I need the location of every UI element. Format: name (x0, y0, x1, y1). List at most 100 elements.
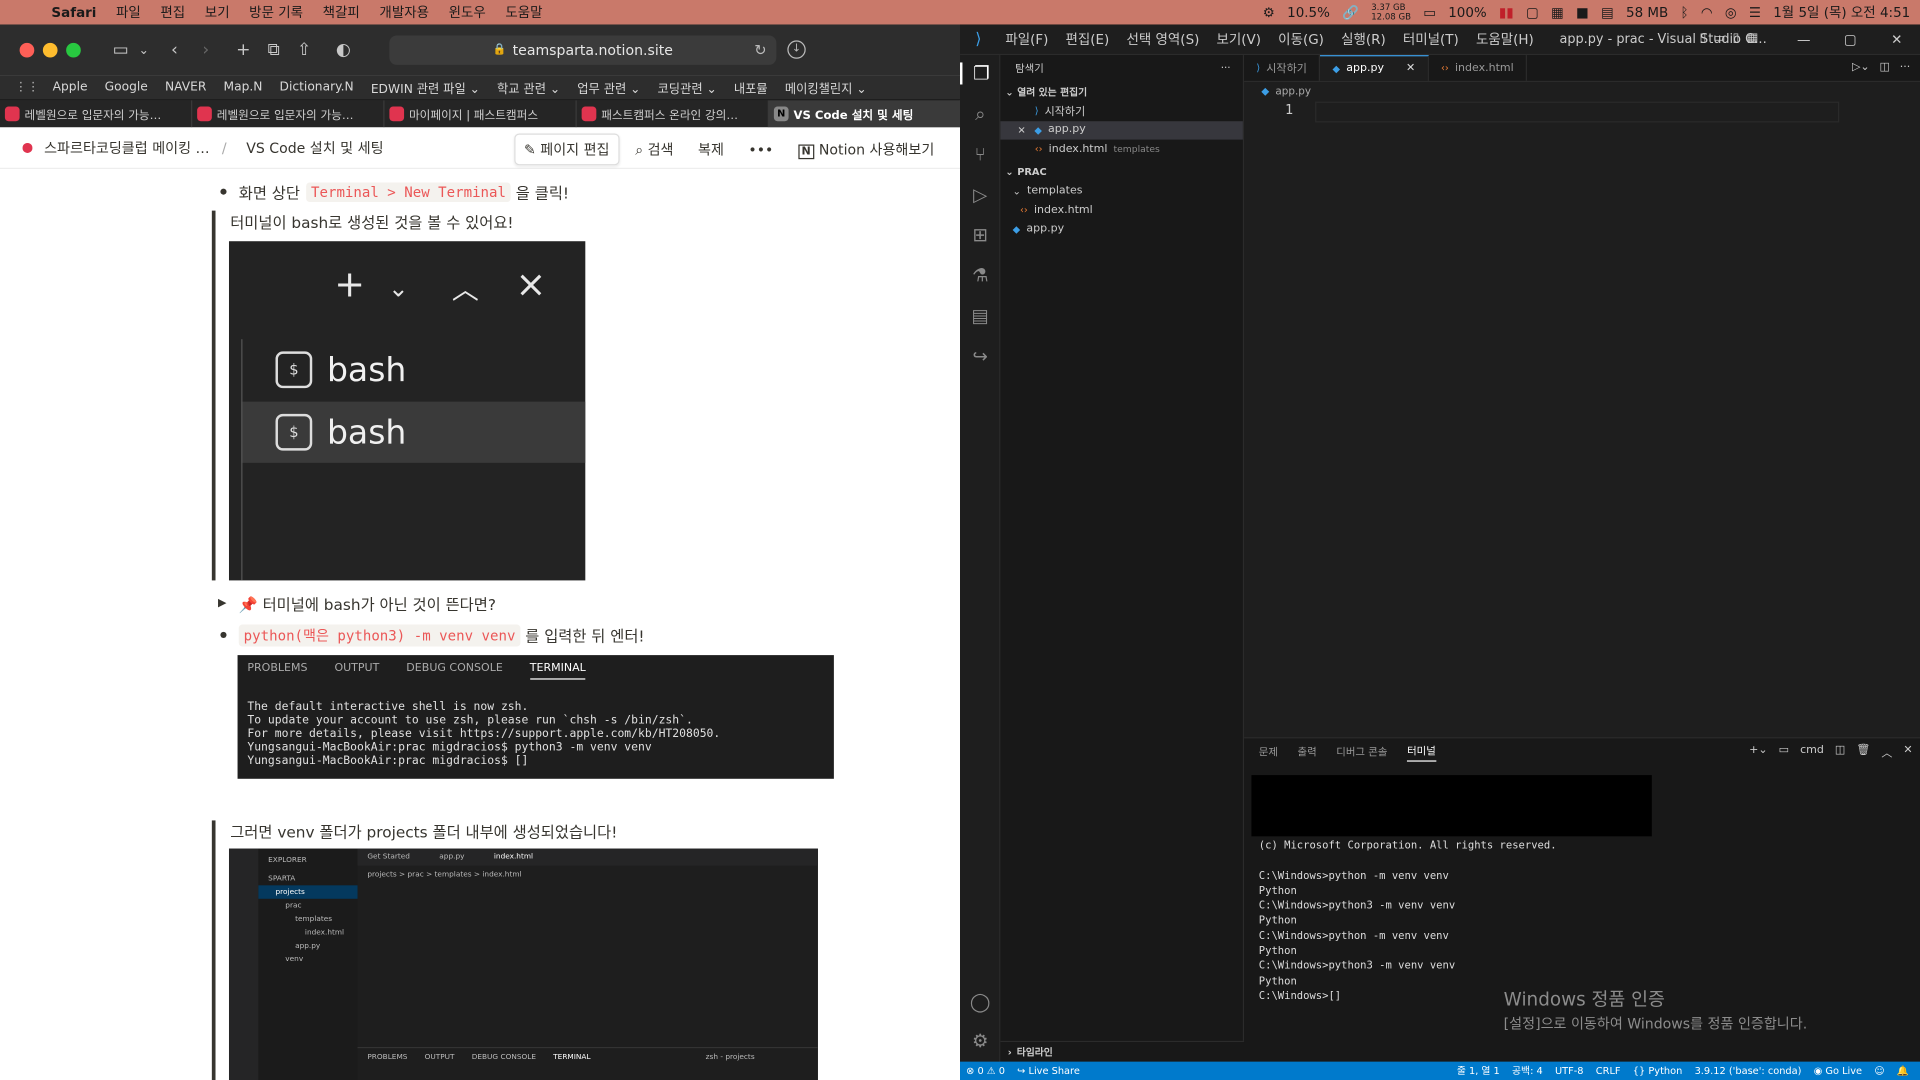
bookmark-dictionary[interactable]: Dictionary.N (271, 81, 362, 94)
shield-icon[interactable]: ◐ (336, 40, 351, 60)
share-icon[interactable]: ⇧ (297, 40, 311, 60)
line-ending[interactable]: CRLF (1590, 1065, 1627, 1076)
try-notion-button[interactable]: N Notion 사용해보기 (789, 135, 943, 164)
problems-status[interactable]: ⊗ 0 ⚠ 0 (960, 1065, 1011, 1076)
panel-tab-problems[interactable]: 문제 (1259, 744, 1278, 759)
search-icon[interactable]: ⌕ (960, 103, 1000, 125)
source-control-icon[interactable]: ⑂ (960, 143, 1000, 165)
prac-folder-section[interactable]: ⌄ PRAC (1000, 162, 1242, 182)
vs-menu-terminal[interactable]: 터미널(T) (1394, 29, 1467, 49)
menu-developer[interactable]: 개발자용 (370, 2, 439, 22)
panel-tab-debug-console[interactable]: 디버그 콘솔 (1336, 744, 1387, 759)
tab-overview-icon[interactable]: ⧉ (268, 40, 280, 60)
explorer-icon[interactable]: ❐ (960, 62, 1000, 85)
account-status-icon[interactable]: ☺ (1868, 1065, 1890, 1076)
clock[interactable]: 1월 5일 (목) 오전 4:51 (1773, 2, 1910, 22)
vs-menu-selection[interactable]: 선택 영역(S) (1118, 29, 1208, 49)
panel-tab-output[interactable]: 출력 (1298, 744, 1317, 759)
grid-icon[interactable]: ⋮⋮ (15, 81, 39, 94)
toggle-item[interactable]: ▶ 📌 터미널에 bash가 아닌 것이 뜬다면? (218, 591, 496, 614)
tree-file[interactable]: ◆ app.py (1000, 220, 1242, 239)
forward-icon[interactable]: › (202, 40, 209, 60)
open-editor-item[interactable]: ‹› index.html templates (1000, 140, 1242, 159)
record-icon[interactable]: ▮▮ (1499, 4, 1514, 20)
wifi-icon[interactable]: ◠ (1701, 4, 1713, 20)
tree-folder[interactable]: ⌄ templates (1000, 182, 1242, 201)
bookmark-google[interactable]: Google (96, 81, 156, 94)
menu-app-name[interactable]: Safari (42, 4, 107, 20)
split-editor-icon[interactable]: ◫ (1879, 61, 1889, 73)
run-icon[interactable]: ▷⌄ (1852, 61, 1870, 73)
toggle-arrow-icon[interactable]: ▶ (218, 597, 226, 609)
maximize-button[interactable]: ▢ (1827, 32, 1874, 48)
bookmark-folder-making[interactable]: 메이킹챌린지 ⌄ (776, 78, 875, 96)
current-line-highlight[interactable] (1315, 101, 1840, 123)
breadcrumb-current[interactable]: VS Code 설치 및 세팅 (246, 138, 383, 158)
editor-breadcrumb[interactable]: ◆ app.py (1244, 82, 1311, 102)
bell-icon[interactable]: 🔔 (1891, 1065, 1915, 1076)
indentation[interactable]: 공백: 4 (1506, 1064, 1549, 1077)
menu-view[interactable]: 보기 (195, 2, 239, 22)
close-icon[interactable]: ✕ (1018, 125, 1026, 136)
more-actions-icon[interactable]: ··· (1900, 61, 1911, 73)
tree-file[interactable]: ‹› index.html (1000, 201, 1242, 220)
vs-menu-view[interactable]: 보기(V) (1208, 29, 1270, 49)
sidebar-icon[interactable]: ▭ (113, 40, 129, 60)
terminal-icon[interactable]: ▭ (1779, 744, 1789, 760)
menu-edit[interactable]: 편집 (151, 2, 195, 22)
close-button[interactable] (19, 42, 35, 58)
toggle-panel-icon[interactable]: ▭ (1714, 32, 1726, 45)
editor-tab[interactable]: ⟩ 시작하기 (1244, 55, 1321, 81)
zoom-button[interactable] (66, 42, 81, 58)
live-share-status[interactable]: ↪ Live Share (1011, 1065, 1086, 1076)
extensions-icon[interactable]: ⊞ (960, 224, 1000, 246)
reload-icon[interactable]: ↻ (754, 42, 766, 59)
toggle-sidebar-icon[interactable]: ▯ (1700, 32, 1707, 45)
download-icon[interactable]: ↓ (787, 40, 806, 59)
panel-tab-terminal[interactable]: 터미널 (1407, 743, 1436, 762)
language-mode[interactable]: {} Python (1627, 1065, 1689, 1076)
go-live-button[interactable]: ◉ Go Live (1808, 1065, 1869, 1076)
close-button[interactable]: ✕ (1873, 32, 1920, 48)
airdrop-icon[interactable]: ◎ (1725, 4, 1737, 20)
vs-menu-help[interactable]: 도움말(H) (1467, 29, 1542, 49)
bookmark-folder-edwin[interactable]: EDWIN 관련 파일 ⌄ (362, 78, 488, 96)
notebook-icon[interactable]: ▤ (960, 305, 1000, 327)
vs-menu-file[interactable]: 파일(F) (997, 29, 1057, 49)
menu-help[interactable]: 도움말 (496, 2, 553, 22)
menu-file[interactable]: 파일 (106, 2, 150, 22)
split-terminal-icon[interactable]: ◫ (1835, 744, 1845, 760)
trash-icon[interactable]: 🗑 (1856, 744, 1870, 760)
breadcrumb-parent[interactable]: 스파르타코딩클럽 메이킹 … (44, 138, 210, 158)
menu-bookmarks[interactable]: 책갈피 (313, 2, 370, 22)
editor-tab[interactable]: ‹› index.html (1429, 55, 1528, 81)
close-icon[interactable]: ✕ (1406, 62, 1415, 74)
control-center-icon[interactable]: ☰ (1749, 4, 1761, 20)
more-button[interactable]: ••• (740, 136, 782, 163)
screen-mirror-icon[interactable]: ▢ (1526, 4, 1539, 20)
terminal-output[interactable]: (c) Microsoft Corporation. All rights re… (1259, 839, 1557, 1005)
new-tab-icon[interactable]: + (236, 40, 250, 60)
account-icon[interactable]: ◯ (960, 991, 1000, 1013)
gear-icon[interactable]: ⚙ (960, 1030, 1000, 1052)
network-icon[interactable]: ▤ (1601, 4, 1614, 20)
chevron-up-icon[interactable]: ︿ (1881, 744, 1892, 760)
editor-tab-active[interactable]: ◆ app.py ✕ (1320, 55, 1429, 81)
duplicate-button[interactable]: 복제 (689, 135, 732, 164)
browser-tab-active[interactable]: N VS Code 설치 및 세팅 (768, 100, 961, 128)
window-layout-icon[interactable]: ▦ (1551, 4, 1564, 20)
menu-history[interactable]: 방문 기록 (239, 2, 312, 22)
bookmark-naepo[interactable]: 내포뮬 (725, 78, 776, 96)
toggle-secondary-sidebar-icon[interactable]: ▯ (1733, 32, 1740, 45)
browser-tab[interactable]: 패스트캠퍼스 온라인 강의… (577, 100, 769, 128)
bookmark-apple[interactable]: Apple (44, 81, 96, 94)
battery-icon[interactable]: ▭ (1423, 4, 1436, 20)
testing-icon[interactable]: ⚗ (960, 264, 1000, 286)
search-button[interactable]: ⌕ 검색 (627, 135, 682, 164)
close-icon[interactable]: ✕ (1903, 744, 1912, 760)
browser-tab[interactable]: 레벨원으로 입문자의 가능… (0, 100, 193, 128)
timeline-section[interactable]: › 타임라인 (1000, 1040, 1245, 1062)
link-icon[interactable]: 🔗 (1342, 4, 1359, 20)
shell-name[interactable]: cmd (1800, 744, 1824, 760)
new-terminal-icon[interactable]: +⌄ (1749, 744, 1767, 760)
